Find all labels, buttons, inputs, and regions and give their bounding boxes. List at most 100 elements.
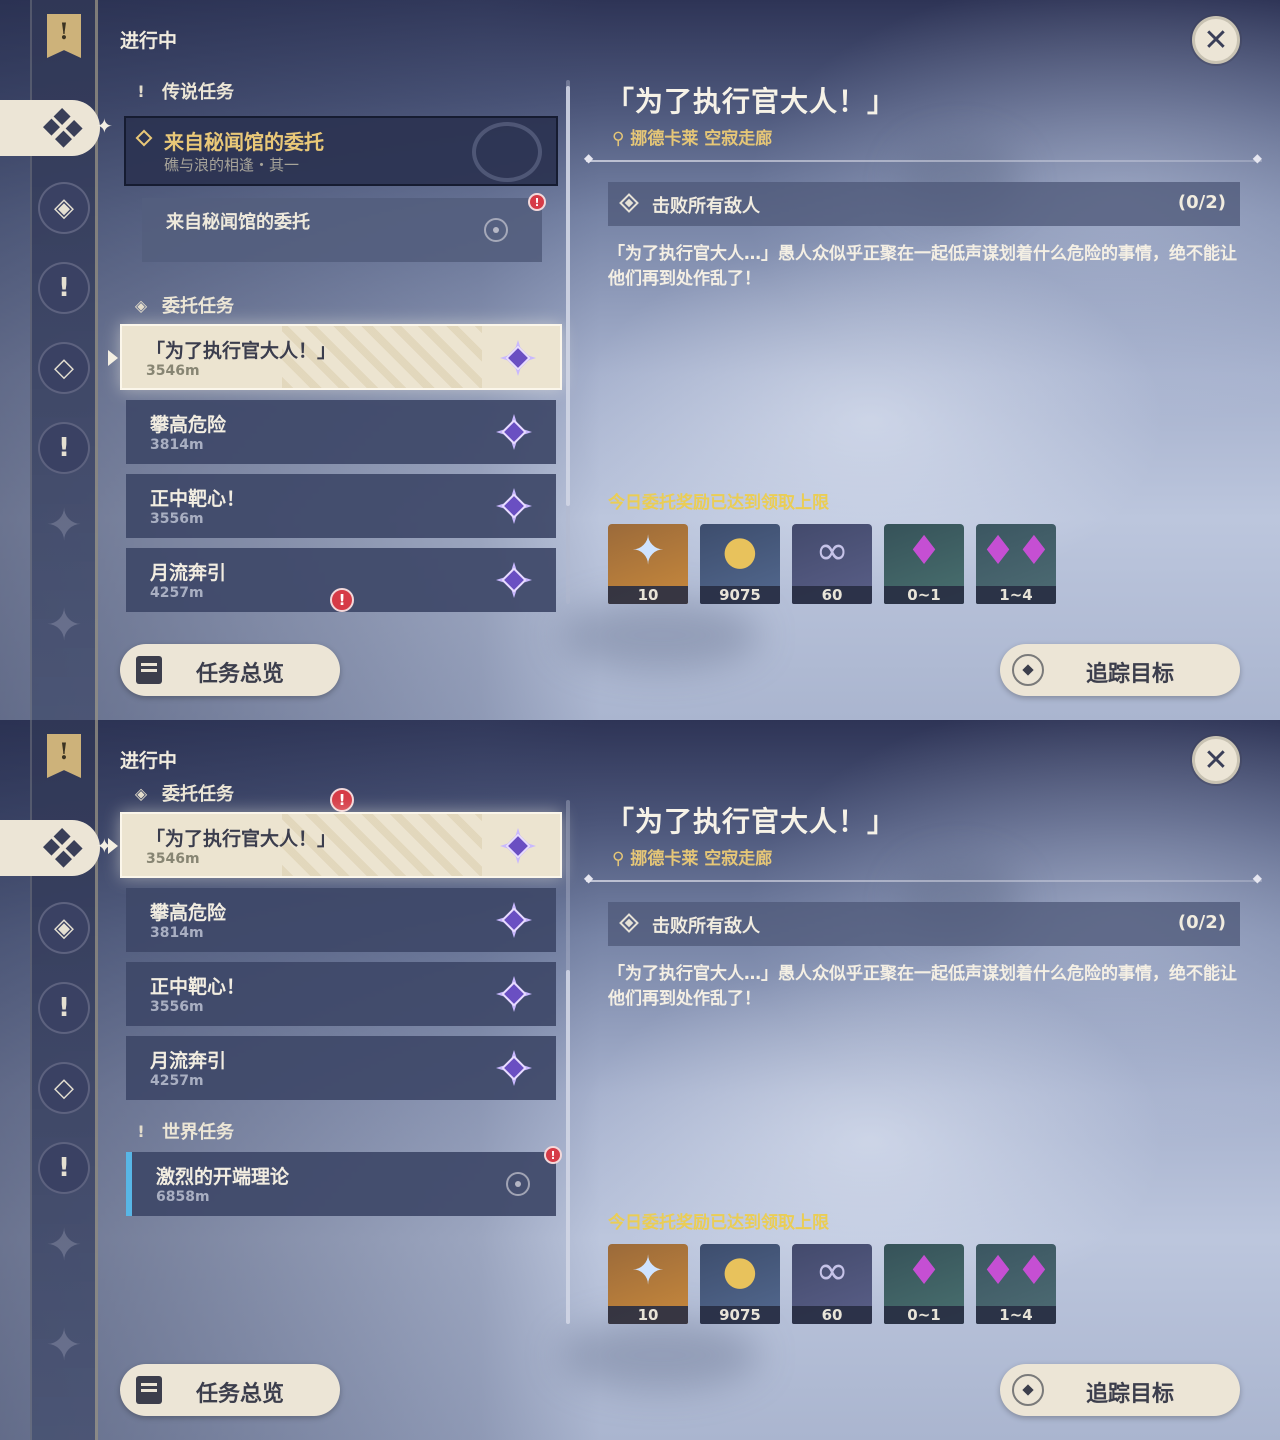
commission-star-icon [494,560,534,600]
reward-item[interactable]: ● 9075 [700,1244,780,1324]
rail-tab-event[interactable]: ◇ [38,1062,90,1114]
quest-distance: 3814m [150,437,204,453]
commission-star-icon [498,338,538,378]
objective-row: 击败所有敌人 (0/2) [608,902,1240,946]
reward-list: ✦ 10 ● 9075 ∞ 60 ♦ 0~1 ♦♦ 1~4 [608,1244,1056,1324]
section-title: 世界任务 [162,1122,234,1143]
reward-qty: 1~4 [976,1306,1056,1324]
close-button[interactable]: ✕ [1192,736,1240,784]
quest-name: 月流奔引 [150,562,227,584]
commission-card[interactable]: 正中靶心！ 3556m [126,962,556,1026]
commission-star-icon [494,412,534,452]
adventure-exp-icon: ∞ [815,1248,849,1294]
alert-icon: ! [330,588,354,612]
rail-tab-event[interactable]: ◇ [38,342,90,394]
event-quest-icon: ◇ [54,1073,74,1103]
quest-description: 「为了执行官大人…」愚人众似乎正聚在一起低声谋划着什么危险的事情，绝不能让他们再… [608,244,1237,289]
legend-subquest-card[interactable]: 来自秘闻馆的委托 [142,198,542,262]
reward-qty: 60 [792,1306,872,1324]
rail-tab-world[interactable]: ! [38,422,90,474]
objective-diamond-icon [619,193,639,213]
quest-name: 月流奔引 [150,1050,227,1072]
crystal-icon: ♦ [906,1248,942,1294]
quest-distance: 3546m [146,851,200,867]
rail-decoration-icon: ✦ [45,600,83,651]
reward-item[interactable]: ♦♦ 1~4 [976,1244,1056,1324]
section-title: 传说任务 [162,82,234,103]
detail-title: 「为了执行官大人！」 [606,85,897,118]
rail-decoration-icon: ✦ [45,1220,83,1271]
commission-card[interactable]: 攀高危险 3814m [126,400,556,464]
archon-quest-icon: ! [58,273,70,303]
event-quest-icon: ◇ [54,353,74,383]
rail-tab-legend[interactable]: ◈ [38,182,90,234]
legend-quest-icon: ◈ [54,913,74,943]
quest-name: 攀高危险 [150,902,227,924]
alert-icon: ! [528,193,546,211]
commission-card[interactable]: 月流奔引 4257m [126,1036,556,1100]
reward-item[interactable]: ∞ 60 [792,1244,872,1324]
commission-card[interactable]: 正中靶心！ 3556m [126,474,556,538]
section-commission-heading: ◈ 委托任务 [130,292,234,318]
objective-progress: (0/2) [1177,912,1226,933]
mora-icon: ● [722,1248,758,1294]
scrollbar-thumb[interactable] [566,86,570,506]
scrollbar-thumb[interactable] [566,970,570,1324]
detail-divider [584,151,1262,165]
reward-qty: 0~1 [884,586,964,604]
quest-name: 来自秘闻馆的委托 [166,212,310,233]
quest-name: 「为了执行官大人！」 [146,340,337,362]
commission-card[interactable]: 「为了执行官大人！」 3546m [120,324,562,390]
detail-location: ⚲ 挪德卡莱 空寂走廊 [612,849,773,869]
world-quest-icon: ! [58,433,70,463]
map-pin-icon [506,1172,530,1196]
reward-item[interactable]: ♦ 0~1 [884,524,964,604]
reward-item[interactable]: ● 9075 [700,524,780,604]
rail-tab-commission[interactable] [0,820,100,876]
rail-tab-archon[interactable]: ! [38,982,90,1034]
reward-item[interactable]: ✦ 10 [608,1244,688,1324]
button-label: 任务总览 [196,662,285,687]
close-button[interactable]: ✕ [1192,16,1240,64]
section-legend-heading: ! 传说任务 [130,78,234,104]
reward-qty: 1~4 [976,586,1056,604]
quest-name: 正中靶心！ [150,488,246,510]
rail-tab-archon[interactable]: ! [38,262,90,314]
quest-overview-button[interactable]: 任务总览 [120,644,340,696]
quest-name: 「为了执行官大人！」 [146,828,337,850]
reward-qty: 10 [608,586,688,604]
commission-card[interactable]: 「为了执行官大人！」 3546m [120,812,562,878]
track-objective-button[interactable]: 追踪目标 [1000,1364,1240,1416]
adventure-exp-icon: ∞ [815,528,849,574]
quest-distance: 4257m [150,585,204,601]
rail-decoration-icon: ✦ [45,1320,83,1371]
rail-tab-legend[interactable]: ◈ [38,902,90,954]
commission-star-icon [494,900,534,940]
mora-icon: ● [722,528,758,574]
quest-overview-button[interactable]: 任务总览 [120,1364,340,1416]
reward-item[interactable]: ♦♦ 1~4 [976,524,1056,604]
commission-card[interactable]: 攀高危险 3814m [126,888,556,952]
selection-arrow-icon [108,350,118,366]
alert-icon: ! [330,788,354,812]
rail-tab-commission[interactable] [0,100,100,156]
location-pin-icon: ⚲ [612,129,625,149]
commission-star-icon [494,974,534,1014]
primogem-icon: ✦ [631,528,665,574]
commission-star-icon [498,826,538,866]
legend-quest-icon: ◈ [54,193,74,223]
rail-tab-world[interactable]: ! [38,1142,90,1194]
reward-list: ✦ 10 ● 9075 ∞ 60 ♦ 0~1 ♦♦ 1~4 [608,524,1056,604]
world-quest-card[interactable]: 激烈的开端理论 6858m [126,1152,556,1216]
reward-item[interactable]: ∞ 60 [792,524,872,604]
crystal-cluster-icon: ♦♦ [980,1248,1052,1294]
button-label: 追踪目标 [1086,1382,1175,1407]
quest-screen-1: ✦ ✦ ! ✦ ◈ ! ◇ ! 进行中 ✕ ! 传说任务 来自秘闻馆的委托 礁与… [0,0,1280,720]
track-objective-button[interactable]: 追踪目标 [1000,644,1240,696]
legend-quest-card[interactable]: 来自秘闻馆的委托 礁与浪的相逢・其一 [124,116,558,186]
commission-diamond-icon: ◈ [134,295,148,315]
reward-item[interactable]: ♦ 0~1 [884,1244,964,1324]
commission-icon [42,827,83,868]
reward-item[interactable]: ✦ 10 [608,524,688,604]
objective-progress: (0/2) [1177,192,1226,213]
